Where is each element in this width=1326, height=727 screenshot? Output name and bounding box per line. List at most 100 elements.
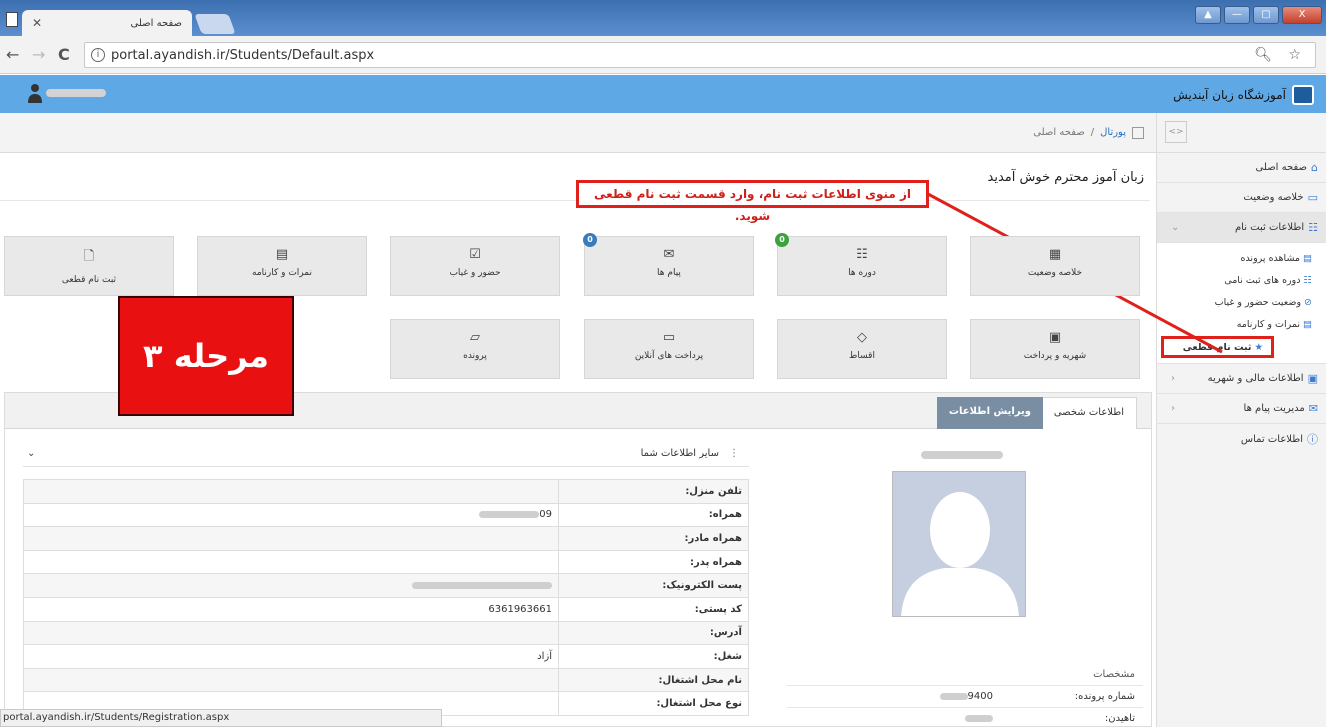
tile-label: ثبت نام قطعی — [61, 275, 117, 285]
info-value — [23, 526, 559, 551]
sidebar-item-registration-info[interactable]: ☷ اطلاعات ثبت نام ⌄ — [1157, 213, 1326, 243]
info-key: نام محل اشتغال: — [558, 667, 749, 693]
registration-icon: ☷ — [1308, 221, 1318, 234]
user-name-redacted — [46, 89, 106, 97]
tile-label: نمرات و کارنامه — [252, 268, 312, 278]
status-bar-url: portal.ayandish.ir/Students/Registration… — [0, 709, 442, 727]
brand[interactable]: آموزشگاه زبان آیندیش — [1173, 85, 1314, 105]
divider — [0, 200, 1150, 201]
sidebar-item-home[interactable]: ⌂ صفحه اصلی — [1157, 153, 1326, 183]
submenu-item-view-file[interactable]: ▤ مشاهده پرونده — [1157, 247, 1326, 269]
file-icon: ▤ — [1303, 252, 1312, 264]
registration-submenu: ▤ مشاهده پرونده ☷ دوره های ثبت نامی ⊘ وض… — [1157, 243, 1326, 364]
sidebar-item-contact[interactable]: ⓘ اطلاعات تماس — [1157, 424, 1326, 454]
tile-grades[interactable]: ▤ نمرات و کارنامه — [197, 236, 367, 296]
submenu-item-grades[interactable]: ▤ نمرات و کارنامه — [1157, 313, 1326, 335]
checkbox-icon: ☑ — [469, 247, 481, 262]
submenu-item-courses[interactable]: ☷ دوره های ثبت نامی — [1157, 269, 1326, 291]
tile-summary[interactable]: ▦ خلاصه وضعیت — [970, 236, 1140, 296]
sidebar-item-label: اطلاعات مالی و شهریه — [1207, 373, 1304, 384]
site-header: آموزشگاه زبان آیندیش — [0, 75, 1326, 113]
window-close-button[interactable]: X — [1282, 6, 1322, 24]
folder-icon: ▭ — [1307, 191, 1318, 204]
info-value: 09 — [23, 502, 559, 528]
info-key: همراه مادر: — [558, 526, 749, 551]
table-row: همراه: 09 — [23, 502, 749, 528]
chevron-down-icon[interactable]: ⌄ — [27, 441, 35, 467]
specs-title: مشخصات — [1093, 669, 1135, 680]
tile-tuition[interactable]: ▣ شهریه و پرداخت — [970, 319, 1140, 379]
welcome-text: زبان آموز محترم خوش آمدید — [987, 170, 1144, 185]
submenu-item-label: دوره های ثبت نامی — [1224, 274, 1301, 286]
sidebar-item-messages[interactable]: ✉ مدیریت پیام ها ‹ — [1157, 394, 1326, 424]
info-key: شغل: — [558, 644, 749, 669]
submenu-item-final-registration[interactable]: ★ ثبت نام قطعی — [1161, 336, 1274, 358]
star-icon: ★ — [1254, 341, 1263, 353]
reload-icon[interactable]: C — [58, 45, 70, 64]
tile-label: دوره ها — [848, 268, 876, 278]
tab-personal-info[interactable]: اطلاعات شخصی — [1040, 397, 1137, 429]
profile-photo — [892, 471, 1026, 617]
site-info-icon[interactable]: i — [91, 48, 105, 62]
info-key: تلفن منزل: — [558, 479, 749, 504]
tile-label: پرونده — [463, 351, 487, 361]
tile-label: اقساط — [849, 351, 875, 361]
tile-label: حضور و غیاب — [449, 268, 501, 278]
breadcrumb-portal-link[interactable]: پورتال — [1100, 127, 1126, 138]
tile-file[interactable]: ▱ پرونده — [390, 319, 560, 379]
breadcrumb-separator: / — [1090, 127, 1095, 138]
user-menu[interactable] — [28, 83, 106, 103]
spec-value: 9400 — [939, 686, 993, 708]
sidebar-item-label: صفحه اصلی — [1255, 162, 1308, 173]
folder-icon: ▱ — [470, 330, 480, 345]
tile-online-payments[interactable]: ▭ پرداخت های آنلاین — [584, 319, 754, 379]
tab-title: صفحه اصلی — [130, 17, 182, 29]
back-icon[interactable]: ← — [6, 45, 19, 64]
info-key: آدرس: — [558, 620, 749, 646]
messages-count-badge: 0 — [583, 233, 597, 247]
window-minimize-button[interactable]: — — [1224, 6, 1250, 24]
submenu-item-attendance[interactable]: ⊘ وضعیت حضور و غیاب — [1157, 291, 1326, 313]
info-value — [23, 573, 559, 598]
sidebar-item-summary[interactable]: ▭ خلاصه وضعیت — [1157, 183, 1326, 213]
redacted-value — [412, 581, 552, 589]
sidebar-item-label: خلاصه وضعیت — [1243, 192, 1304, 203]
brand-name: آموزشگاه زبان آیندیش — [1173, 88, 1286, 102]
sidebar-item-label: اطلاعات ثبت نام — [1234, 222, 1305, 233]
courses-count-badge: 0 — [775, 233, 789, 247]
breadcrumb: پورتال / صفحه اصلی — [0, 113, 1156, 153]
logo-icon — [1292, 85, 1314, 105]
submenu-item-label: نمرات و کارنامه — [1236, 318, 1301, 330]
home-icon: ⌂ — [1311, 161, 1318, 174]
window-restore-button[interactable]: ▲ — [1195, 6, 1221, 24]
info-key: همراه: — [558, 502, 749, 528]
browser-titlebar: صفحه اصلی ✕ ▲ — ▢ X — [0, 0, 1326, 36]
tile-messages[interactable]: ✉ پیام ها — [584, 236, 754, 296]
table-row: کد پستی: 6361963661 — [23, 596, 749, 622]
new-tab-button[interactable] — [194, 14, 236, 34]
student-name-redacted — [921, 451, 1003, 459]
tile-label: شهریه و پرداخت — [1023, 351, 1087, 361]
edit-info-button[interactable]: ویرایش اطلاعات — [936, 397, 1043, 429]
tab-close-icon[interactable]: ✕ — [32, 16, 42, 30]
tile-attendance[interactable]: ☑ حضور و غیاب — [390, 236, 560, 296]
money-icon: ▣ — [1048, 330, 1062, 345]
stage-label: مرحله ۳ — [118, 296, 294, 416]
zoom-bookmark-icons[interactable]: 🔍︎ ☆ — [1254, 47, 1307, 63]
browser-tab[interactable]: صفحه اصلی ✕ — [22, 10, 192, 36]
other-info-header[interactable]: ⋮ سایر اطلاعات شما ⌄ — [23, 441, 749, 467]
table-row: شغل: آزاد — [23, 644, 749, 669]
submenu-item-label: وضعیت حضور و غیاب — [1214, 296, 1302, 308]
report-icon: ▤ — [1303, 318, 1312, 330]
info-value: آزاد — [23, 644, 559, 669]
sidebar-toggle-icon[interactable]: <> — [1165, 121, 1187, 143]
tile-courses[interactable]: ☷ دوره ها — [777, 236, 947, 296]
sidebar-item-financial[interactable]: ▣ اطلاعات مالی و شهریه ‹ — [1157, 364, 1326, 394]
forward-icon[interactable]: → — [32, 45, 45, 64]
tile-installments[interactable]: ◇ اقساط — [777, 319, 947, 379]
window-maximize-button[interactable]: ▢ — [1253, 6, 1279, 24]
url-text: portal.ayandish.ir/Students/Default.aspx — [111, 47, 375, 63]
address-bar: ← → C i portal.ayandish.ir/Students/Defa… — [0, 36, 1326, 74]
tile-final-registration[interactable]: 🗋 ثبت نام قطعی — [4, 236, 174, 296]
url-input[interactable]: i portal.ayandish.ir/Students/Default.as… — [84, 42, 1316, 68]
